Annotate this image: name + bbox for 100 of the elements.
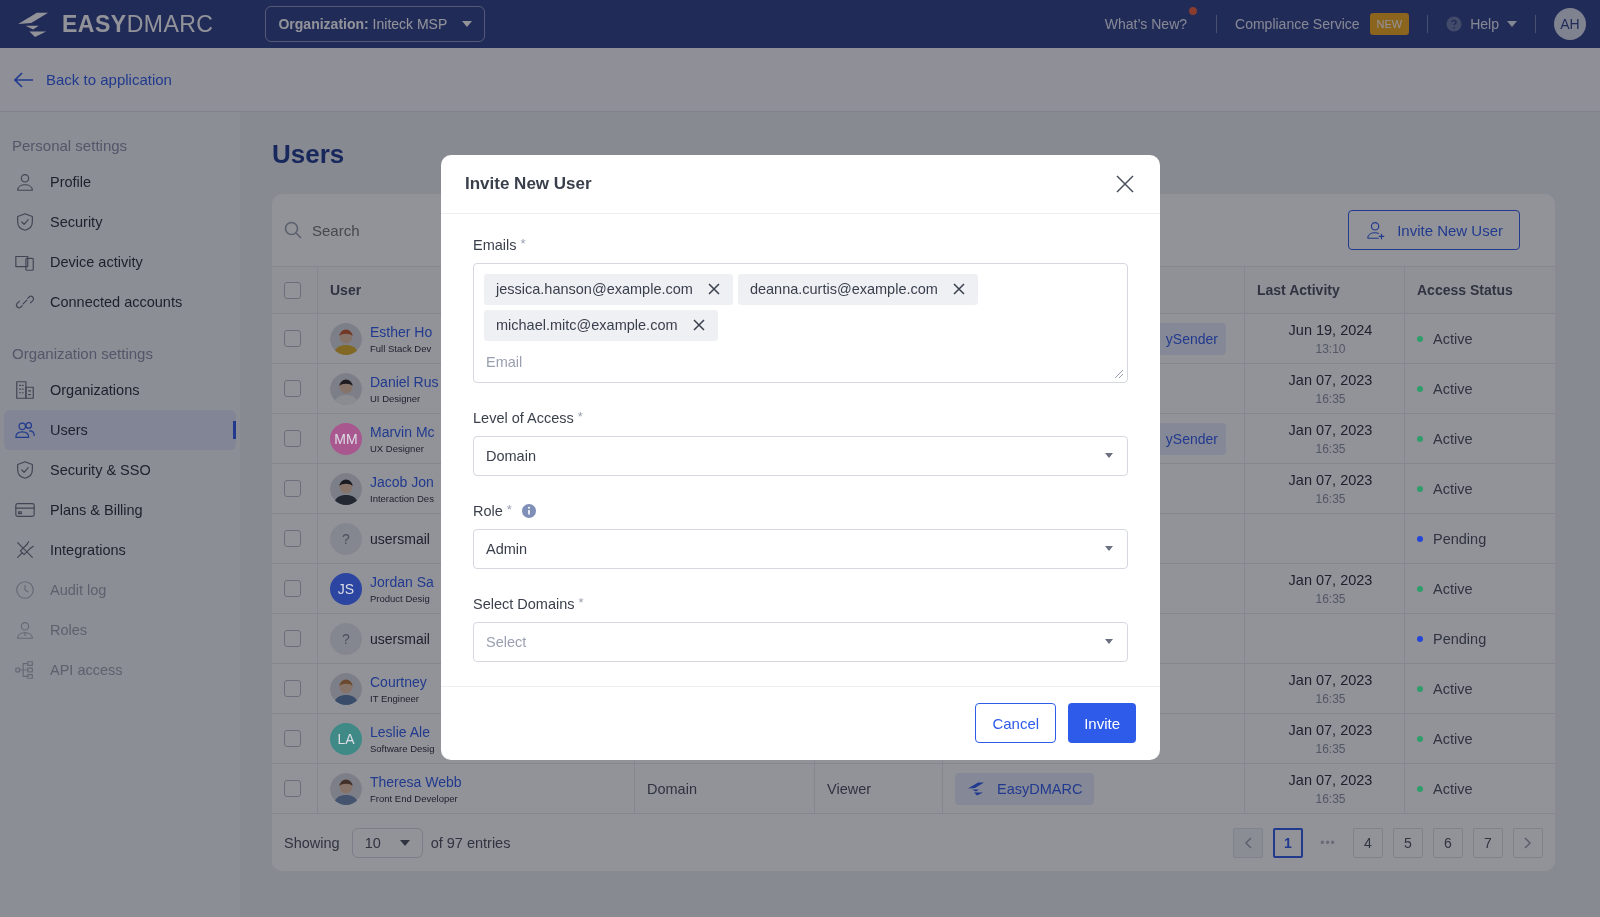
activity-time: 16:35 — [1315, 741, 1346, 756]
sidebar-item[interactable]: Plans & Billing — [4, 490, 236, 530]
user-name-link[interactable]: Leslie Ale — [370, 723, 435, 740]
status-text: Active — [1433, 380, 1473, 397]
sidebar-item[interactable]: Connected accounts — [4, 282, 236, 322]
checkbox[interactable] — [284, 730, 301, 747]
dropdown-field[interactable]: Admin — [473, 528, 1128, 569]
email-chip[interactable]: michael.mitc@example.com — [484, 309, 718, 341]
activity-date: Jan 07, 2023 — [1288, 421, 1373, 438]
required-mark: * — [506, 501, 512, 517]
avatar: ? — [330, 522, 362, 555]
checkbox[interactable] — [284, 580, 301, 597]
remove-icon[interactable] — [691, 318, 706, 333]
user-name-link[interactable]: Marvin Mc — [370, 423, 435, 440]
next-page-button[interactable] — [1513, 827, 1543, 858]
user-name-link[interactable]: Theresa Webb — [370, 773, 462, 790]
emails-field[interactable]: jessica.hanson@example.com deanna.curtis@example.com michael.mitc@example.com Email — [473, 262, 1128, 383]
page-button[interactable]: 5 — [1393, 827, 1423, 858]
showing-label: Showing — [284, 834, 340, 851]
dropdown-field[interactable]: Domain — [473, 435, 1128, 476]
checkbox[interactable] — [284, 530, 301, 547]
user-name-link[interactable]: Jordan Sa — [370, 573, 434, 590]
user-email: usersmail — [370, 630, 430, 647]
checkbox[interactable] — [284, 680, 301, 697]
status-text: Pending — [1433, 530, 1487, 547]
activity-date: Jan 07, 2023 — [1288, 371, 1373, 388]
email-input[interactable]: Email — [484, 345, 1117, 370]
status-text: Active — [1433, 330, 1473, 347]
entries-label: of 97 entries — [430, 834, 511, 851]
checkbox[interactable] — [284, 380, 301, 397]
email-chip[interactable]: jessica.hanson@example.com — [484, 273, 733, 305]
status-text: Active — [1433, 480, 1473, 497]
activity-time: 16:35 — [1315, 491, 1346, 506]
page-button[interactable]: 6 — [1433, 827, 1463, 858]
status-text: Active — [1433, 780, 1473, 797]
info-icon — [521, 504, 536, 519]
remove-icon[interactable] — [706, 282, 721, 297]
checkbox[interactable] — [284, 281, 301, 299]
invite-user-button[interactable]: Invite New User — [1348, 210, 1520, 250]
invite-button[interactable]: Invite — [1068, 703, 1136, 744]
close-button[interactable] — [1114, 172, 1136, 195]
user-title: UX Designer — [370, 442, 425, 454]
user-title: Software Desig — [370, 742, 435, 754]
user-title: IT Engineer — [370, 692, 420, 704]
sidebar-item[interactable]: Users — [4, 410, 236, 450]
previous-page-button[interactable] — [1233, 827, 1263, 858]
user-name-link[interactable]: Esther Ho — [370, 323, 433, 340]
status-text: Active — [1433, 580, 1473, 597]
sidebar-item[interactable]: Security — [4, 202, 236, 242]
checkbox[interactable] — [284, 630, 301, 647]
user-avatar[interactable]: AH — [1554, 8, 1586, 40]
page-button[interactable]: 7 — [1473, 827, 1503, 858]
status-text: Pending — [1433, 630, 1487, 647]
sidebar-item[interactable]: Device activity — [4, 242, 236, 282]
back-link[interactable]: Back to application — [14, 71, 172, 88]
column-header: User — [330, 282, 362, 298]
checkbox[interactable] — [284, 480, 301, 497]
field-label: Role — [473, 503, 503, 520]
organization-dropdown[interactable]: Organization: Initeck MSP — [265, 6, 486, 42]
checkbox[interactable] — [284, 780, 301, 797]
caret-icon — [462, 21, 473, 27]
history-icon — [14, 579, 36, 601]
activity-date: Jan 07, 2023 — [1288, 671, 1373, 688]
checkbox[interactable] — [284, 330, 301, 347]
hierarchy-icon — [14, 659, 36, 681]
sidebar-item[interactable]: Integrations — [4, 530, 236, 570]
page-button[interactable]: 1 — [1273, 827, 1303, 858]
dialog-title: Invite New User — [465, 173, 592, 194]
cancel-button[interactable]: Cancel — [975, 703, 1057, 744]
product-tag: ySender — [1157, 422, 1226, 455]
user-title: Front End Developer — [370, 792, 459, 804]
sidebar-item[interactable]: Profile — [4, 162, 236, 202]
user-title: Interaction Des — [370, 492, 434, 504]
email-chip[interactable]: deanna.curtis@example.com — [737, 273, 978, 305]
user-name-link[interactable]: Daniel Rus — [370, 373, 439, 390]
avatar: MM — [330, 422, 362, 455]
user-name-link[interactable]: Jacob Jon — [370, 473, 434, 490]
dropdown-field[interactable]: Select — [473, 621, 1128, 662]
product-tag: ySender — [1157, 322, 1226, 355]
help-menu[interactable]: Help — [1470, 16, 1499, 32]
activity-date: Jun 19, 2024 — [1288, 321, 1373, 338]
whats-new-link[interactable]: What’s New? — [1104, 16, 1188, 32]
activity-time: 16:35 — [1315, 441, 1346, 456]
page-size-select[interactable]: 10 — [351, 827, 423, 858]
activity-date: Jan 07, 2023 — [1288, 571, 1373, 588]
sidebar-item[interactable]: Organizations — [4, 370, 236, 410]
remove-icon[interactable] — [951, 282, 966, 297]
checkbox[interactable] — [284, 430, 301, 447]
page-button[interactable]: 4 — [1353, 827, 1383, 858]
user-title: UI Designer — [370, 392, 422, 404]
page-title: Users — [272, 138, 346, 171]
sidebar-item[interactable]: Security & SSO — [4, 450, 236, 490]
compliance-link[interactable]: Compliance Service — [1235, 16, 1360, 32]
user-name-link[interactable]: Courtney — [370, 673, 427, 690]
field-label: Level of Access — [473, 410, 574, 427]
column-header: Access Status — [1417, 282, 1513, 298]
caret-icon — [1105, 546, 1113, 552]
table-cell: Viewer — [827, 780, 872, 797]
section-title: Organization settings — [11, 344, 154, 364]
status-text: Active — [1433, 680, 1473, 697]
